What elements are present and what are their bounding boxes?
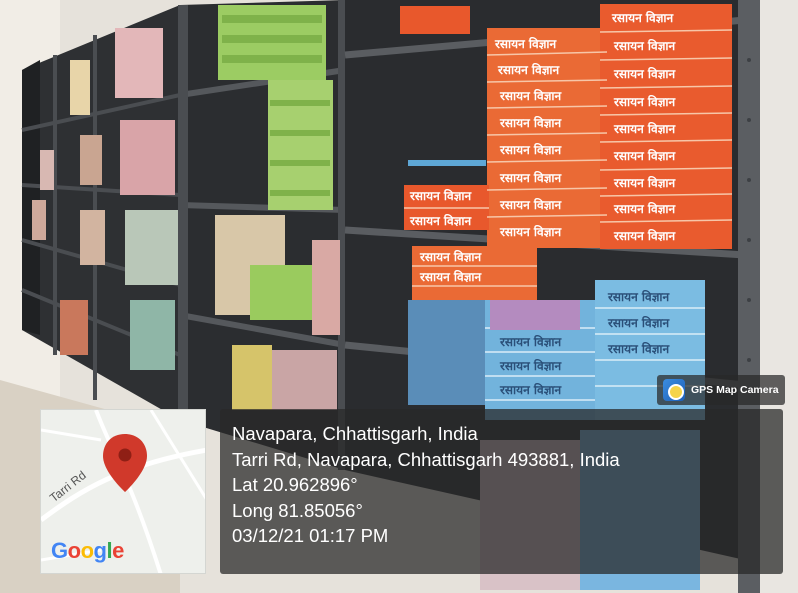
map-thumbnail: Tarri Rd Google	[40, 409, 206, 574]
location-info-overlay: Navapara, Chhattisgarh, India Tarri Rd, …	[220, 409, 783, 574]
svg-text:रसायन विज्ञान: रसायन विज्ञान	[409, 214, 473, 228]
svg-text:रसायन विज्ञान: रसायन विज्ञान	[409, 189, 473, 203]
svg-text:रसायन विज्ञान: रसायन विज्ञान	[613, 95, 677, 109]
svg-text:रसायन विज्ञान: रसायन विज्ञान	[499, 116, 563, 130]
svg-text:रसायन विज्ञान: रसायन विज्ञान	[607, 342, 671, 356]
location-title: Navapara, Chhattisgarh, India	[232, 423, 478, 444]
gps-map-camera-badge: GPS Map Camera	[657, 375, 785, 405]
svg-text:रसायन विज्ञान: रसायन विज्ञान	[419, 270, 483, 284]
svg-text:रसायन विज्ञान: रसायन विज्ञान	[607, 290, 671, 304]
svg-text:रसायन विज्ञान: रसायन विज्ञान	[611, 11, 675, 25]
svg-text:रसायन विज्ञान: रसायन विज्ञान	[499, 225, 563, 239]
latitude-line: Lat 20.962896°	[232, 474, 358, 495]
address-line: Tarri Rd, Navapara, Chhattisgarh 493881,…	[232, 448, 620, 470]
svg-text:रसायन विज्ञान: रसायन विज्ञान	[499, 383, 563, 397]
svg-text:रसायन विज्ञान: रसायन विज्ञान	[419, 250, 483, 264]
svg-text:रसायन विज्ञान: रसायन विज्ञान	[613, 176, 677, 190]
map-pin-icon	[103, 434, 147, 492]
svg-text:रसायन विज्ञान: रसायन विज्ञान	[499, 89, 563, 103]
svg-text:रसायन विज्ञान: रसायन विज्ञान	[613, 67, 677, 81]
svg-text:रसायन विज्ञान: रसायन विज्ञान	[613, 122, 677, 136]
svg-text:रसायन विज्ञान: रसायन विज्ञान	[499, 359, 563, 373]
svg-text:रसायन विज्ञान: रसायन विज्ञान	[499, 143, 563, 157]
svg-text:रसायन विज्ञान: रसायन विज्ञान	[499, 171, 563, 185]
longitude-line: Long 81.85056°	[232, 499, 363, 521]
svg-text:रसायन विज्ञान: रसायन विज्ञान	[613, 39, 677, 53]
svg-text:रसायन विज्ञान: रसायन विज्ञान	[613, 229, 677, 243]
google-logo: Google	[51, 538, 124, 563]
svg-text:रसायन विज्ञान: रसायन विज्ञान	[613, 149, 677, 163]
svg-text:रसायन विज्ञान: रसायन विज्ञान	[607, 316, 671, 330]
svg-text:रसायन विज्ञान: रसायन विज्ञान	[499, 335, 563, 349]
svg-text:रसायन विज्ञान: रसायन विज्ञान	[494, 37, 558, 51]
svg-text:रसायन विज्ञान: रसायन विज्ञान	[497, 63, 561, 77]
svg-text:रसायन विज्ञान: रसायन विज्ञान	[499, 198, 563, 212]
datetime-line: 03/12/21 01:17 PM	[232, 525, 389, 546]
badge-label: GPS Map Camera	[691, 384, 779, 396]
camera-pin-icon	[663, 379, 685, 401]
svg-text:रसायन विज्ञान: रसायन विज्ञान	[613, 202, 677, 216]
